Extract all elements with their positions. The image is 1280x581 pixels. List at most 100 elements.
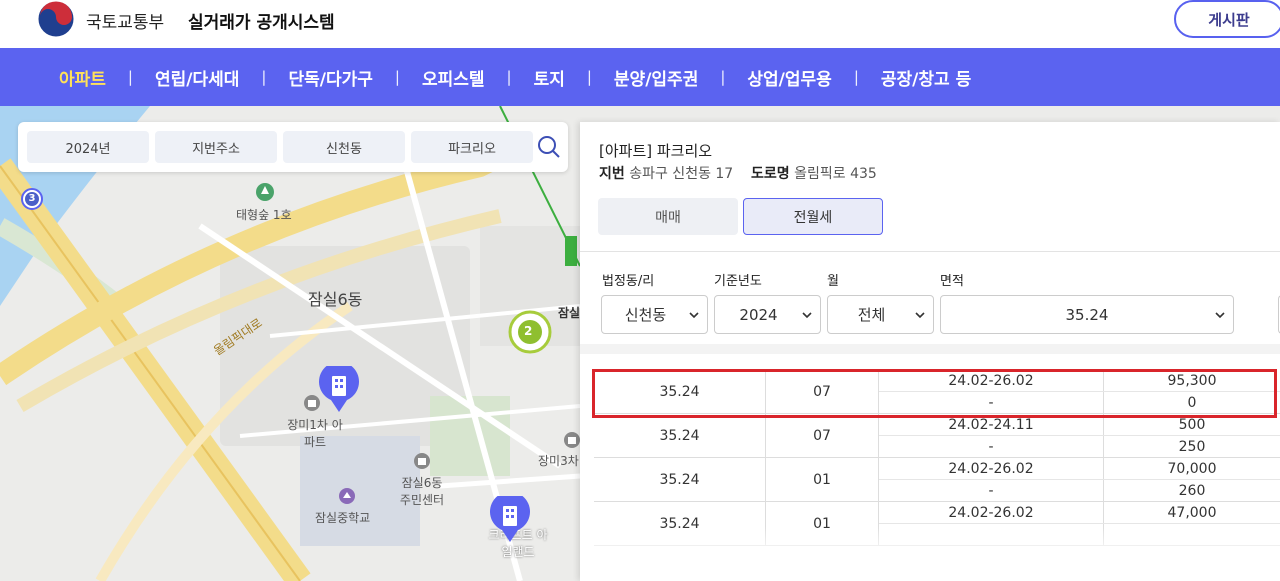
nav-separator: | xyxy=(261,68,267,86)
nav-presale[interactable]: 분양/입주권 xyxy=(614,65,698,90)
renewal-period: - xyxy=(988,483,994,499)
nav-officetel[interactable]: 오피스텔 xyxy=(422,65,485,90)
table-row[interactable]: 35.24 01 24.02-26.02 - 70,000 260 xyxy=(594,458,1280,502)
table-scroll-fade xyxy=(580,527,1280,581)
panel-address: 지번 송파구 신천동 17 도로명 올림픽로 435 xyxy=(599,163,877,183)
area-select[interactable]: 35.24 xyxy=(940,295,1234,334)
nav-commercial[interactable]: 상업/업무용 xyxy=(747,65,831,90)
chevron-down-icon xyxy=(802,312,812,319)
nav-detached[interactable]: 단독/다가구 xyxy=(288,65,372,90)
monthly-rent-value: 0 xyxy=(1187,395,1197,411)
apartment-marker-icon[interactable] xyxy=(317,366,361,414)
dong-select-label: 법정동/리 xyxy=(602,274,655,289)
deposit-value: 70,000 xyxy=(1104,458,1280,480)
map-label-forest: 태형숲 1호 xyxy=(236,208,292,222)
park-icon xyxy=(256,183,274,201)
month-select-label: 월 xyxy=(827,274,839,289)
map-label-apt1: 장미1차 아파트 xyxy=(287,418,343,449)
area-cell: 35.24 xyxy=(594,414,766,458)
ministry-name: 국토교통부 xyxy=(86,13,165,33)
area-cell: 35.24 xyxy=(594,458,766,502)
period-cell: 24.02-24.11 - xyxy=(878,414,1104,458)
building-icon xyxy=(564,432,580,448)
apartment-marker-icon[interactable] xyxy=(488,496,532,544)
main-nav: 아파트 | 연립/다세대 | 단독/다가구 | 오피스텔 | 토지 | 분양/입… xyxy=(0,48,1280,106)
contract-period: 24.02-26.02 xyxy=(878,502,1104,524)
month-select[interactable]: 전체 xyxy=(827,295,934,334)
tab-sale[interactable]: 매매 xyxy=(598,198,738,235)
board-button[interactable]: 게시판 xyxy=(1174,0,1280,38)
chevron-down-icon xyxy=(915,312,925,319)
nav-separator: | xyxy=(720,68,726,86)
nav-separator: | xyxy=(506,68,512,86)
search-filter-bar: 2024년 지번주소 신천동 파크리오 xyxy=(18,122,568,172)
year-filter[interactable]: 2024년 xyxy=(27,131,149,163)
year-select[interactable]: 2024 xyxy=(714,295,821,334)
public-office-icon xyxy=(414,453,430,469)
nav-separator: | xyxy=(394,68,400,86)
year-select-label: 기준년도 xyxy=(714,274,762,289)
price-cell: 70,000 260 xyxy=(1104,458,1280,502)
road-address: 올림픽로 435 xyxy=(794,166,877,182)
table-row[interactable]: 35.24 07 24.02-24.11 - 500 250 xyxy=(594,414,1280,458)
dong-select[interactable]: 신천동 xyxy=(601,295,708,334)
nav-separator: | xyxy=(586,68,592,86)
monthly-rent-value: 260 xyxy=(1178,483,1206,499)
complex-filter[interactable]: 파크리오 xyxy=(411,131,533,163)
dong-filter[interactable]: 신천동 xyxy=(283,131,405,163)
nav-rowhouse[interactable]: 연립/다세대 xyxy=(155,65,239,90)
chevron-down-icon xyxy=(689,312,699,319)
month-cell: 07 xyxy=(766,370,879,414)
price-cell: 500 250 xyxy=(1104,414,1280,458)
government-logo[interactable] xyxy=(36,0,76,38)
month-select-value: 전체 xyxy=(857,306,886,324)
year-select-value: 2024 xyxy=(739,305,778,324)
nav-factory[interactable]: 공장/창고 등 xyxy=(881,65,971,90)
contract-period: 24.02-24.11 xyxy=(878,414,1104,436)
table-row[interactable]: 35.24 07 24.02-26.02 - 95,300 0 xyxy=(594,370,1280,414)
area-select-value: 35.24 xyxy=(1065,305,1109,324)
contract-period: 24.02-26.02 xyxy=(878,458,1104,480)
monthly-rent-value: 250 xyxy=(1178,439,1206,455)
transaction-table: 35.24 07 24.02-26.02 - 95,300 0 35.24 07… xyxy=(594,370,1280,546)
map-label-cut: 잠실 xyxy=(558,306,581,320)
renewal-period: - xyxy=(988,395,994,411)
road-label: 도로명 xyxy=(751,166,790,182)
top-header: 국토교통부 실거래가 공개시스템 게시판 xyxy=(0,0,1280,48)
system-name: 실거래가 공개시스템 xyxy=(188,13,335,33)
deposit-value: 95,300 xyxy=(1104,370,1280,392)
renewal-period: - xyxy=(988,439,994,455)
jibun-label: 지번 xyxy=(599,166,625,182)
building-icon xyxy=(304,395,320,411)
map-badge-number: 3 xyxy=(28,193,36,204)
panel-divider xyxy=(580,344,1280,354)
nav-separator: | xyxy=(127,68,133,86)
nav-apartment[interactable]: 아파트 xyxy=(59,65,106,90)
nav-separator: | xyxy=(853,68,859,86)
search-icon[interactable] xyxy=(536,134,562,160)
dong-select-value: 신천동 xyxy=(624,306,667,324)
map-label-district: 잠실6동 xyxy=(308,290,363,309)
taegeuk-logo-icon xyxy=(37,0,75,38)
panel-title: [아파트] 파크리오 xyxy=(599,142,713,160)
tab-rent[interactable]: 전월세 xyxy=(743,198,883,235)
address-type-filter[interactable]: 지번주소 xyxy=(155,131,277,163)
deposit-value: 500 xyxy=(1104,414,1280,436)
month-cell: 01 xyxy=(766,458,879,502)
school-icon xyxy=(339,488,355,504)
panel-header: [아파트] 파크리오 지번 송파구 신천동 17 도로명 올림픽로 435 매매… xyxy=(580,122,1280,252)
map-label-community-center: 잠실6동 주민센터 xyxy=(399,476,445,507)
chevron-down-icon xyxy=(1215,312,1225,319)
jibun-address: 송파구 신천동 17 xyxy=(629,166,734,182)
price-cell: 95,300 0 xyxy=(1104,370,1280,414)
period-cell: 24.02-26.02 - xyxy=(878,370,1104,414)
area-cell: 35.24 xyxy=(594,370,766,414)
map-label-school: 잠실중학교 xyxy=(315,511,371,525)
detail-panel: [아파트] 파크리오 지번 송파구 신천동 17 도로명 올림픽로 435 매매… xyxy=(580,122,1280,581)
month-cell: 07 xyxy=(766,414,879,458)
deposit-value: 47,000 xyxy=(1104,502,1280,524)
nav-land[interactable]: 토지 xyxy=(534,65,565,90)
cluster-count[interactable]: 2 xyxy=(524,324,532,338)
period-cell: 24.02-26.02 - xyxy=(878,458,1104,502)
contract-period: 24.02-26.02 xyxy=(878,370,1104,392)
